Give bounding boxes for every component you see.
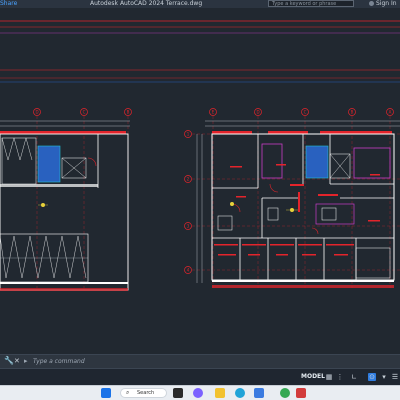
grid-bubble-label: D	[35, 110, 38, 115]
grid-bubble-label: B	[351, 110, 354, 115]
chrome-icon[interactable]	[280, 388, 290, 398]
grid-bubble-label: B	[127, 110, 130, 115]
grid-bubble-label: E	[212, 110, 215, 115]
sign-in-button[interactable]: Sign In	[376, 0, 397, 8]
taskbar-search-label: Search	[137, 390, 155, 396]
command-input[interactable]: Type a command	[33, 357, 85, 366]
search-icon: ⌕	[126, 389, 130, 396]
windows-taskbar: ⌕ Search	[0, 385, 400, 400]
close-icon[interactable]: ✕	[14, 357, 20, 365]
window-title: Autodesk AutoCAD 2024 Terrace.dwg	[90, 0, 203, 7]
wrench-icon[interactable]: 🔧	[4, 357, 14, 365]
status-bar: MODEL ▦ ⋮ ∟ ⊙ ▾ ☰	[0, 368, 400, 385]
store-icon[interactable]	[254, 388, 264, 398]
grid-bubble-label: C	[83, 110, 86, 115]
search-input[interactable]: Type a keyword or phrase	[268, 0, 354, 7]
grid-bubble-label: A	[389, 110, 392, 115]
grid-icon[interactable]: ▦	[325, 373, 333, 381]
model-tab[interactable]: MODEL	[301, 373, 325, 380]
grid-bubble-label: D	[256, 110, 259, 115]
user-icon[interactable]	[369, 1, 374, 6]
lift-block	[38, 146, 60, 182]
title-bar: Share Autodesk AutoCAD 2024 Terrace.dwg …	[0, 0, 400, 8]
isodraft-icon[interactable]: ▾	[380, 373, 388, 381]
share-button[interactable]: Share	[0, 0, 17, 8]
lift-block	[306, 146, 328, 178]
grid-bubble-label: 2	[187, 177, 190, 182]
snap-grid-icon[interactable]: ⋮	[336, 373, 344, 381]
grid-bubble-label: 4	[187, 268, 190, 273]
windows-start-icon[interactable]	[101, 388, 111, 398]
grid-bubble-label: C	[304, 110, 307, 115]
grid-bubble-label: 3	[187, 224, 190, 229]
customize-icon[interactable]: ☰	[391, 373, 399, 381]
task-view-icon[interactable]	[173, 388, 183, 398]
ortho-icon[interactable]: ∟	[350, 373, 358, 381]
polar-tracking-icon[interactable]: ⊙	[368, 373, 376, 381]
floor-plan-drawing: D C B E D C B A 1 2 3 4	[0, 20, 400, 291]
drawing-canvas[interactable]: D C B E D C B A 1 2 3 4	[0, 8, 400, 354]
autocad-icon[interactable]	[296, 388, 306, 398]
edge-browser-icon[interactable]	[235, 388, 245, 398]
chat-icon[interactable]	[193, 388, 203, 398]
grid-bubble-label: 1	[187, 132, 190, 137]
taskbar-search[interactable]: ⌕ Search	[120, 388, 167, 398]
right-floor-plan	[184, 108, 400, 288]
left-floor-plan	[0, 108, 132, 291]
file-explorer-icon[interactable]	[215, 388, 225, 398]
title-block-strips	[0, 20, 400, 83]
command-prompt-icon: ▸	[24, 357, 28, 365]
command-line[interactable]: 🔧 ✕ ▸ Type a command	[0, 354, 400, 368]
